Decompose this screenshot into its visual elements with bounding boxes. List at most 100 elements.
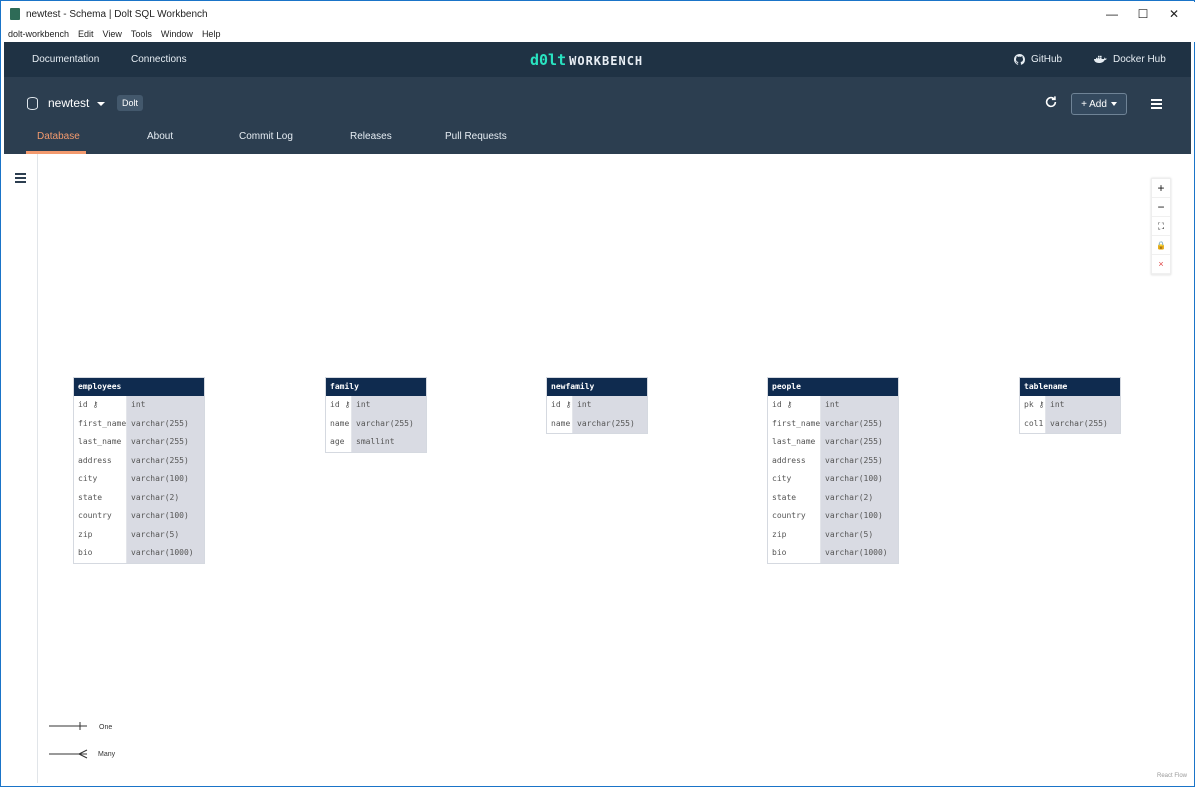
add-button-label: + Add (1081, 98, 1107, 110)
dolt-workbench-logo[interactable]: d0lt WORKBENCH (530, 42, 643, 77)
tab-commit-log[interactable]: Commit Log (239, 131, 293, 142)
column-name: last_name (768, 433, 821, 452)
table-row: id ⚷ int (74, 396, 204, 415)
database-selector[interactable]: newtest (48, 96, 89, 110)
table-row: state varchar(2) (768, 488, 898, 507)
one-relationship-icon (49, 722, 87, 730)
sidebar-menu-icon[interactable] (15, 173, 26, 185)
key-icon: ⚷ (786, 400, 793, 409)
react-flow-attribution[interactable]: React Flow (1157, 773, 1187, 779)
column-type: varchar(100) (821, 507, 898, 526)
column-name: bio (74, 544, 127, 563)
table-row: col1 varchar(255) (1020, 414, 1120, 433)
documentation-link[interactable]: Documentation (32, 42, 99, 77)
menu-tools[interactable]: Tools (131, 29, 152, 39)
table-family[interactable]: family id ⚷ int name varchar(255) age small… (325, 377, 427, 453)
clear-button[interactable]: × (1152, 255, 1170, 274)
column-type: varchar(255) (1046, 414, 1120, 433)
column-name: pk ⚷ (1020, 396, 1046, 415)
table-row: address varchar(255) (74, 451, 204, 470)
key-icon: ⚷ (565, 400, 572, 409)
menu-icon[interactable] (1151, 99, 1162, 111)
table-row: last_name varchar(255) (74, 433, 204, 452)
tab-database[interactable]: Database (37, 131, 80, 142)
menu-help[interactable]: Help (202, 29, 221, 39)
connections-link[interactable]: Connections (131, 42, 187, 77)
table-tablename[interactable]: tablename pk ⚷ int col1 varchar(255) (1019, 377, 1121, 434)
github-icon (1014, 54, 1025, 65)
table-name: people (768, 378, 898, 396)
column-name: zip (74, 525, 127, 544)
docker-hub-link[interactable]: Docker Hub (1113, 42, 1166, 77)
menu-edit[interactable]: Edit (78, 29, 94, 39)
maximize-button[interactable]: ☐ (1126, 2, 1160, 26)
lock-button[interactable]: 🔒 (1152, 236, 1170, 255)
table-row: id ⚷ int (547, 396, 647, 415)
zoom-in-button[interactable]: + (1152, 179, 1170, 198)
column-type: int (352, 396, 426, 415)
column-name: bio (768, 544, 821, 563)
column-type: varchar(255) (821, 414, 898, 433)
table-name: tablename (1020, 378, 1120, 396)
column-name: id ⚷ (74, 396, 127, 415)
tab-pull-requests[interactable]: Pull Requests (445, 131, 507, 142)
legend-many: Many (98, 751, 116, 758)
column-name: country (768, 507, 821, 526)
table-row: age smallint (326, 433, 426, 452)
fit-view-button[interactable]: ⛶ (1152, 217, 1170, 236)
column-name: city (74, 470, 127, 489)
table-employees[interactable]: employees id ⚷ int first_name varchar(255)… (73, 377, 205, 564)
table-newfamily[interactable]: newfamily id ⚷ int name varchar(255) (546, 377, 648, 434)
column-type: varchar(255) (352, 414, 426, 433)
dolt-badge: Dolt (117, 95, 144, 111)
legend-one: One (99, 724, 113, 731)
github-link[interactable]: GitHub (1031, 42, 1062, 77)
table-row: city varchar(100) (74, 470, 204, 489)
column-type: varchar(255) (127, 414, 204, 433)
column-name: address (74, 451, 127, 470)
table-row: state varchar(2) (74, 488, 204, 507)
left-sidebar (4, 154, 38, 783)
column-type: varchar(5) (127, 525, 204, 544)
minimize-button[interactable]: — (1095, 2, 1129, 26)
table-row: bio varchar(1000) (74, 544, 204, 563)
key-icon: ⚷ (1038, 400, 1045, 409)
table-row: zip varchar(5) (74, 525, 204, 544)
tab-about[interactable]: About (147, 131, 173, 142)
chevron-down-icon[interactable] (97, 102, 105, 106)
add-button[interactable]: + Add (1071, 93, 1127, 115)
column-name: state (768, 488, 821, 507)
column-type: varchar(2) (821, 488, 898, 507)
database-icon (27, 97, 38, 110)
menu-view[interactable]: View (103, 29, 122, 39)
table-row: zip varchar(5) (768, 525, 898, 544)
refresh-icon[interactable] (1044, 95, 1058, 109)
schema-canvas[interactable]: + − ⛶ 🔒 × employees id ⚷ int first_name va… (39, 154, 1191, 783)
app-icon (10, 8, 20, 20)
column-type: int (821, 396, 898, 415)
zoom-out-button[interactable]: − (1152, 198, 1170, 217)
menu-dolt-workbench[interactable]: dolt-workbench (8, 29, 69, 39)
column-type: varchar(255) (821, 433, 898, 452)
menu-window[interactable]: Window (161, 29, 193, 39)
column-name: first_name (768, 414, 821, 433)
close-button[interactable]: ✕ (1157, 2, 1191, 26)
docker-icon (1094, 55, 1107, 63)
table-people[interactable]: people id ⚷ int first_name varchar(255) la… (767, 377, 899, 564)
column-name: id ⚷ (326, 396, 352, 415)
column-name: last_name (74, 433, 127, 452)
table-row: last_name varchar(255) (768, 433, 898, 452)
table-row: first_name varchar(255) (74, 414, 204, 433)
table-row: bio varchar(1000) (768, 544, 898, 563)
table-row: first_name varchar(255) (768, 414, 898, 433)
logo-workbench: WORKBENCH (569, 54, 644, 68)
column-type: varchar(255) (573, 414, 647, 433)
key-icon: ⚷ (344, 400, 351, 409)
column-type: int (1046, 396, 1120, 415)
table-row: name varchar(255) (326, 414, 426, 433)
column-type: varchar(100) (127, 470, 204, 489)
table-row: id ⚷ int (768, 396, 898, 415)
tab-releases[interactable]: Releases (350, 131, 392, 142)
column-name: city (768, 470, 821, 489)
column-name: name (326, 414, 352, 433)
